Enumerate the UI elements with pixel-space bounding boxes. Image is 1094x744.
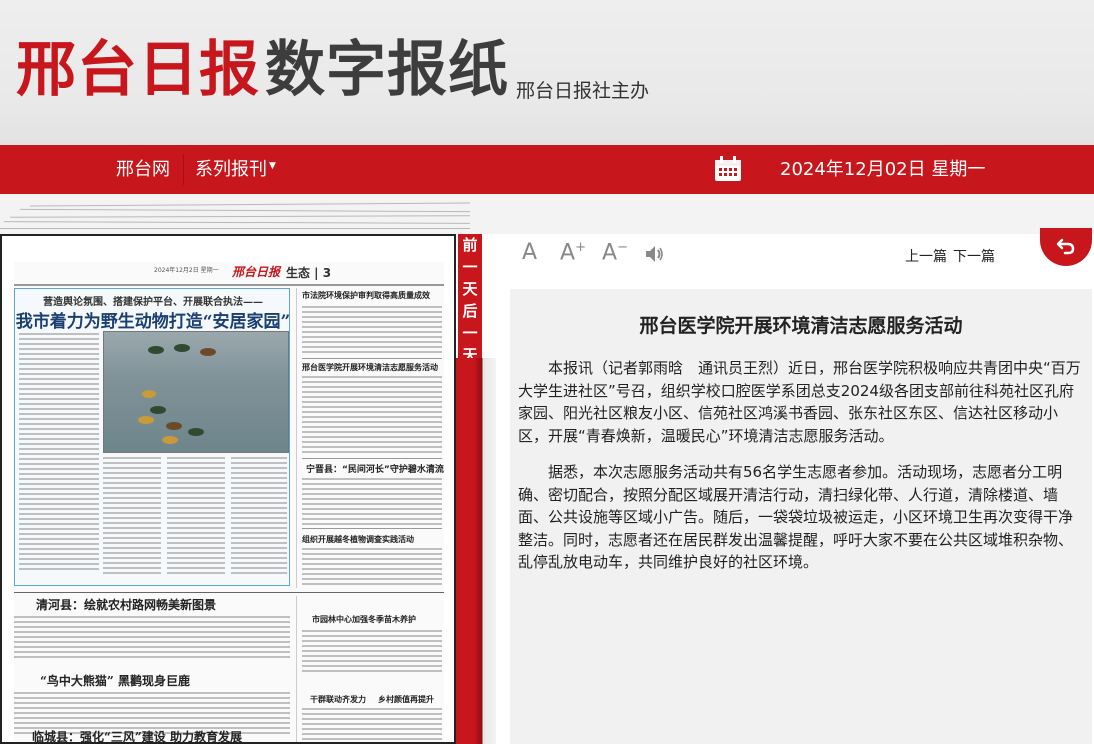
font-smaller-button[interactable]: A− <box>602 240 628 265</box>
nav-series-label: 系列报刊 <box>195 159 267 180</box>
nav-bar: 邢台网 系列报刊 ▼ 2024年12月02日 星期一 <box>0 145 1094 194</box>
article-pager: 上一篇 下一篇 <box>905 246 1001 266</box>
article-paragraph-1: 本报讯（记者郭雨晗 通讯员王烈）近日，邢台医学院积极响应共青团中央“百万大学生进… <box>518 359 1081 445</box>
lead-title: 我市着力为野生动物打造“安居家园” <box>15 312 291 332</box>
logo-subtitle: 邢台日报社主办 <box>516 80 650 102</box>
article-title: 邢台医学院开展环境清洁志愿服务活动 <box>639 315 963 337</box>
article-court-text <box>302 306 442 356</box>
next-day-char-1[interactable]: 后 <box>458 300 482 322</box>
speaker-icon[interactable] <box>644 244 666 264</box>
nav-dropdown-series[interactable]: 系列报刊 ▼ <box>195 145 276 194</box>
article-survey-text <box>302 548 442 588</box>
prev-day-char-2[interactable]: 一 <box>458 256 482 278</box>
prev-day-char-1[interactable]: 前 <box>458 234 482 256</box>
article-toolbar: A A+ A− 上一篇 下一篇 <box>510 228 1094 284</box>
article-ningjin-text <box>302 478 442 528</box>
article-link-ningjin[interactable]: 宁晋县：“民间河长”守护碧水清流 <box>306 462 444 475</box>
article-link-medical[interactable]: 邢台医学院开展环境清洁志愿服务活动 <box>302 362 438 373</box>
current-date: 2024年12月02日 星期一 <box>780 159 986 180</box>
nav-separator <box>183 154 184 185</box>
page-section: 生态 | 3 <box>286 266 332 280</box>
logo-title-red[interactable]: 邢台日报 <box>16 30 260 110</box>
caret-down-icon: ▼ <box>269 161 276 171</box>
next-day-char-2[interactable]: 一 <box>458 322 482 344</box>
article-qinghe-text <box>14 616 290 661</box>
article-link-linxi[interactable]: 临城县：强化“三风”建设 助力教育发展 <box>32 728 242 742</box>
back-button[interactable] <box>1040 228 1092 266</box>
page-edge-shadow <box>456 358 496 744</box>
nav-link-home[interactable]: 邢台网 <box>116 145 170 194</box>
lead-text-col2 <box>103 457 161 577</box>
back-arrow-icon <box>1056 238 1075 255</box>
prev-day-char-3[interactable]: 天 <box>458 278 482 300</box>
lead-kicker: 营造舆论氛围、搭建保护平台、开展联合执法—— <box>43 297 263 308</box>
article-paragraph-2: 据悉，本次志愿服务活动共有56名学生志愿者参加。活动现场，志愿者分工明确、密切配… <box>518 463 1074 571</box>
page-logo: 邢台日报 <box>232 265 281 279</box>
page-date: 2024年12月2日 星期一 <box>154 267 219 274</box>
article-body: 本报讯（记者郭雨晗 通讯员王烈）近日，邢台医学院积极响应共青团中央“百万大学生进… <box>518 357 1084 588</box>
paper-stack-decoration <box>0 194 1094 234</box>
article-link-survey[interactable]: 组织开展越冬植物调查实践活动 <box>302 534 414 545</box>
article-link-village[interactable]: 乡村颜值再提升 <box>378 694 434 705</box>
next-article-link[interactable]: 下一篇 <box>953 249 995 265</box>
article-link-panda[interactable]: “鸟中大熊猫” 黑鹳现身巨鹿 <box>40 672 190 689</box>
lead-text-col3 <box>167 457 225 577</box>
article-link-cadres[interactable]: 干群联动齐发力 <box>310 694 366 705</box>
ducks-photo <box>103 331 289 453</box>
day-nav-ribbon: 前 一 天 后 一 天 <box>458 234 482 364</box>
article-link-court[interactable]: 市法院环境保护审判取得高质量成效 <box>302 290 430 301</box>
lead-text-col4 <box>231 457 287 577</box>
article-link-qinghe[interactable]: 清河县：绘就农村路网畅美新图景 <box>36 596 216 613</box>
newspaper-page-view[interactable]: 2024年12月2日 星期一 邢台日报 生态 | 3 营造舆论氛围、搭建保护平台… <box>0 234 456 744</box>
logo-title-dark[interactable]: 数字报纸 <box>265 30 509 110</box>
newspaper-page: 2024年12月2日 星期一 邢台日报 生态 | 3 营造舆论氛围、搭建保护平台… <box>14 262 444 742</box>
lead-story-area[interactable]: 营造舆论氛围、搭建保护平台、开展联合执法—— 我市着力为野生动物打造“安居家园” <box>14 288 290 586</box>
day-nav-tab: 前 一 天 后 一 天 <box>456 234 499 744</box>
calendar-icon[interactable] <box>714 156 742 182</box>
font-reset-button[interactable]: A <box>522 240 537 265</box>
prev-article-link[interactable]: 上一篇 <box>905 249 947 265</box>
masthead: 邢台日报 数字报纸 邢台日报社主办 <box>0 0 1094 145</box>
font-larger-button[interactable]: A+ <box>560 240 586 265</box>
article-garden-text <box>302 630 442 675</box>
lead-text-block <box>19 333 99 573</box>
article-panel: 邢台医学院开展环境清洁志愿服务活动 本报讯（记者郭雨晗 通讯员王烈）近日，邢台医… <box>510 289 1092 744</box>
article-medical-text <box>302 376 442 456</box>
page-header: 2024年12月2日 星期一 邢台日报 生态 | 3 <box>14 262 444 286</box>
article-bottom-text <box>302 708 442 742</box>
article-link-garden[interactable]: 市园林中心加强冬季苗木养护 <box>312 614 416 625</box>
